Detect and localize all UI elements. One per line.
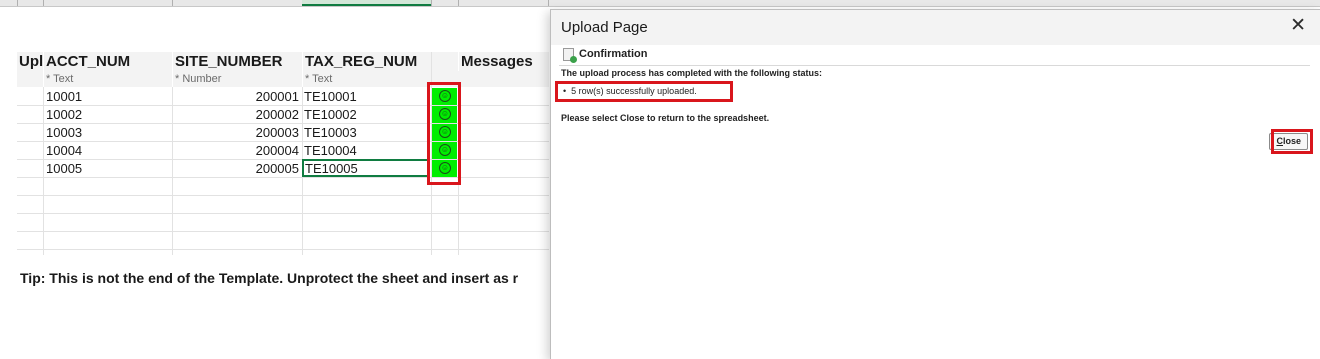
table-row[interactable]: 10002 200002 TE10002 ☺ [17, 106, 549, 124]
dialog-titlebar[interactable]: Upload Page ✕ [551, 10, 1320, 45]
cell-tax-reg-num[interactable]: TE10001 [304, 88, 357, 105]
confirmation-title: Confirmation [579, 48, 648, 60]
cell-tax-reg-num[interactable]: TE10003 [304, 124, 357, 141]
table-row[interactable] [17, 178, 549, 196]
close-icon[interactable]: ✕ [1290, 16, 1306, 36]
table-row[interactable] [17, 196, 549, 214]
cell-site-number[interactable]: 200003 [173, 124, 299, 141]
table-row[interactable]: 10005 200005 TE10005 ☺ [17, 159, 549, 178]
status-highlight [555, 81, 733, 102]
header-acct-num: ACCT_NUM [44, 52, 172, 71]
cell-acct-num[interactable]: 10005 [46, 160, 82, 177]
subheader-tax-type: * Text [303, 71, 431, 87]
active-cell-tax-reg-num[interactable]: TE10005 [302, 159, 429, 177]
upload-page-dialog: Upload Page ✕ Confirmation The upload pr… [550, 9, 1320, 359]
cell-acct-num[interactable]: 10003 [46, 124, 82, 141]
cell-site-number[interactable]: 200002 [173, 106, 299, 123]
header-tax-reg-num: TAX_REG_NUM [303, 52, 431, 71]
cell-site-number[interactable]: 200004 [173, 142, 299, 159]
cell-acct-num[interactable]: 10004 [46, 142, 82, 159]
table-row[interactable]: 10003 200003 TE10003 ☺ [17, 124, 549, 142]
close-button-highlight [1271, 129, 1313, 154]
dialog-title: Upload Page [561, 19, 648, 36]
table-row[interactable]: 10001 200001 TE10001 ☺ [17, 88, 549, 106]
table-row[interactable] [17, 214, 549, 232]
selected-column-header[interactable] [302, 0, 431, 6]
cell-acct-num[interactable]: 10002 [46, 106, 82, 123]
status-column-highlight [427, 82, 461, 185]
cell-acct-num[interactable]: 10001 [46, 88, 82, 105]
cell-tax-reg-num[interactable]: TE10002 [304, 106, 357, 123]
header-upl: Upl [17, 52, 43, 71]
table-row[interactable]: 10004 200004 TE10004 ☺ [17, 142, 549, 160]
header-messages: Messages [459, 52, 549, 71]
divider [559, 65, 1310, 66]
status-text: The upload process has completed with th… [561, 68, 823, 78]
subheader-site-type: * Number [173, 71, 302, 87]
cell-site-number[interactable]: 200001 [173, 88, 299, 105]
table-row[interactable] [17, 232, 549, 250]
template-tip: Tip: This is not the end of the Template… [20, 270, 519, 286]
cell-tax-reg-num[interactable]: TE10004 [304, 142, 357, 159]
close-instruction: Please select Close to return to the spr… [561, 113, 770, 123]
confirmation-icon [563, 48, 577, 63]
column-header-strip[interactable] [0, 0, 1320, 7]
header-site-number: SITE_NUMBER [173, 52, 302, 71]
subheader-blank [17, 71, 43, 87]
cell-site-number[interactable]: 200005 [173, 160, 299, 177]
subheader-acct-type: * Text [44, 71, 172, 87]
header-blank [432, 52, 458, 71]
